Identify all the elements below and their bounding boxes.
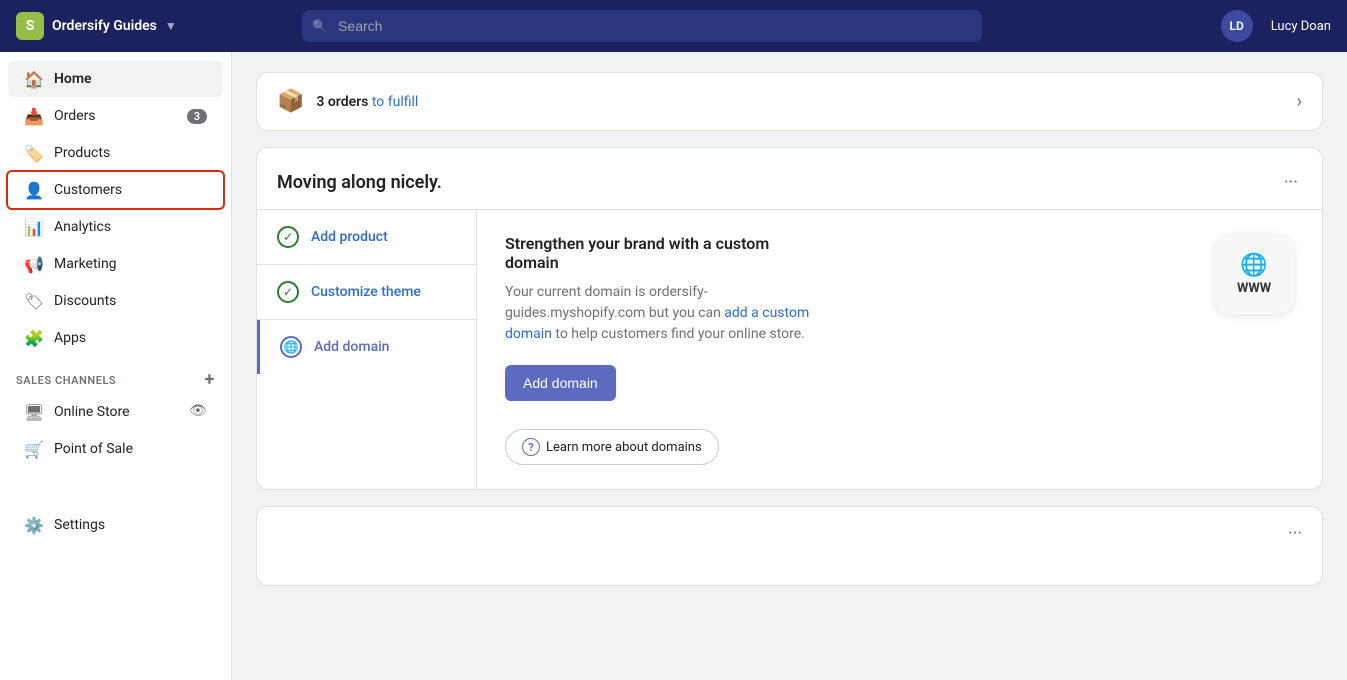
- globe-icon: 🌐: [1240, 253, 1267, 278]
- orders-fulfill-link[interactable]: to fulfill: [372, 94, 418, 110]
- products-icon: 🏷️: [24, 143, 44, 163]
- add-domain-button[interactable]: Add domain: [505, 365, 616, 401]
- main-content: 📦 3 orders to fulfill › Moving along nic…: [232, 52, 1347, 680]
- sidebar-item-label: Home: [54, 71, 207, 87]
- step-check-icon: ✓: [277, 226, 299, 248]
- search-input[interactable]: [302, 10, 982, 42]
- sidebar-item-label: Apps: [54, 330, 207, 346]
- step-check-icon: ✓: [277, 281, 299, 303]
- sidebar-item-label: Customers: [54, 182, 207, 198]
- discounts-icon: 🏷: [24, 291, 44, 311]
- app-layout: 🏠 Home 📥 Orders 3 🏷️ Products 👤 Customer…: [0, 52, 1347, 680]
- analytics-icon: 📊: [24, 217, 44, 237]
- domain-panel-title: Strengthen your brand with a custom doma…: [505, 234, 825, 272]
- moving-card-menu-button[interactable]: ···: [1280, 168, 1302, 197]
- customers-icon: 👤: [24, 180, 44, 200]
- sidebar-item-label: Point of Sale: [54, 441, 207, 457]
- domain-panel: Strengthen your brand with a custom doma…: [477, 210, 1322, 489]
- sales-channels-label: SALES CHANNELS: [16, 374, 116, 387]
- www-domain-icon: 🌐 WWW: [1214, 234, 1294, 314]
- sidebar-item-analytics[interactable]: 📊 Analytics: [8, 209, 223, 245]
- online-store-icon: 🖥: [24, 402, 44, 422]
- bottom-card: ···: [256, 506, 1323, 586]
- sidebar-item-marketing[interactable]: 📢 Marketing: [8, 246, 223, 282]
- brand-name: Ordersify Guides: [52, 18, 157, 34]
- step-customize-theme[interactable]: ✓ Customize theme: [257, 265, 476, 320]
- sidebar-item-label: Discounts: [54, 293, 207, 309]
- settings-label: Settings: [54, 517, 207, 533]
- shopify-logo-icon: S: [16, 12, 44, 40]
- sidebar-item-label: Online Store: [54, 404, 179, 420]
- sidebar-item-label: Orders: [54, 108, 177, 124]
- pos-icon: 🛒: [24, 439, 44, 459]
- sidebar-item-settings[interactable]: ⚙️ Settings: [8, 507, 223, 543]
- moving-card-title: Moving along nicely.: [277, 172, 442, 193]
- bottom-card-menu-button[interactable]: ···: [1288, 523, 1302, 544]
- step-label: Customize theme: [311, 284, 421, 300]
- online-store-eye-icon[interactable]: 👁: [189, 403, 207, 421]
- sidebar-item-products[interactable]: 🏷️ Products: [8, 135, 223, 171]
- sidebar: 🏠 Home 📥 Orders 3 🏷️ Products 👤 Customer…: [0, 52, 232, 680]
- sidebar-item-customers[interactable]: 👤 Customers: [8, 172, 223, 208]
- moving-card-body: ✓ Add product ✓ Customize theme 🌐 Add do…: [257, 209, 1322, 489]
- sidebar-item-label: Products: [54, 145, 207, 161]
- moving-along-card: Moving along nicely. ··· ✓ Add product ✓…: [256, 147, 1323, 490]
- sidebar-item-orders[interactable]: 📥 Orders 3: [8, 98, 223, 134]
- step-globe-icon: 🌐: [280, 336, 302, 358]
- domain-panel-description: Your current domain is ordersify-guides.…: [505, 282, 845, 345]
- help-circle-icon: ?: [522, 438, 540, 456]
- top-navigation: S Ordersify Guides ▼ LD Lucy Doan: [0, 0, 1347, 52]
- marketing-icon: 📢: [24, 254, 44, 274]
- orders-fulfill-card[interactable]: 📦 3 orders to fulfill ›: [256, 72, 1323, 131]
- settings-icon: ⚙️: [24, 515, 44, 535]
- search-area: [302, 10, 982, 42]
- sidebar-item-label: Analytics: [54, 219, 207, 235]
- sidebar-item-apps[interactable]: 🧩 Apps: [8, 320, 223, 356]
- step-add-product[interactable]: ✓ Add product: [257, 210, 476, 265]
- step-label: Add domain: [314, 339, 389, 355]
- orders-icon: 📥: [24, 106, 44, 126]
- brand-dropdown-icon: ▼: [165, 19, 177, 33]
- username-label: Lucy Doan: [1271, 19, 1331, 34]
- sidebar-item-point-of-sale[interactable]: 🛒 Point of Sale: [8, 431, 223, 467]
- orders-badge: 3: [187, 109, 207, 124]
- orders-chevron-icon: ›: [1297, 91, 1302, 112]
- add-sales-channel-icon[interactable]: +: [205, 371, 215, 389]
- orders-fulfill-text: 3 orders to fulfill: [316, 94, 1284, 110]
- home-icon: 🏠: [24, 69, 44, 89]
- sidebar-item-home[interactable]: 🏠 Home: [8, 61, 223, 97]
- sidebar-item-discounts[interactable]: 🏷 Discounts: [8, 283, 223, 319]
- learn-more-label: Learn more about domains: [546, 440, 702, 455]
- orders-count: 3 orders: [316, 94, 368, 110]
- avatar[interactable]: LD: [1221, 10, 1253, 42]
- step-add-domain[interactable]: 🌐 Add domain: [257, 320, 476, 374]
- steps-column: ✓ Add product ✓ Customize theme 🌐 Add do…: [257, 210, 477, 489]
- learn-more-domains-link[interactable]: ? Learn more about domains: [505, 429, 719, 465]
- moving-card-header: Moving along nicely. ···: [257, 148, 1322, 209]
- sidebar-item-online-store[interactable]: 🖥 Online Store 👁: [8, 394, 223, 430]
- sales-channels-section-header: SALES CHANNELS +: [0, 357, 231, 393]
- apps-icon: 🧩: [24, 328, 44, 348]
- orders-fulfill-icon: 📦: [277, 89, 304, 114]
- sidebar-item-label: Marketing: [54, 256, 207, 272]
- brand-button[interactable]: S Ordersify Guides ▼: [16, 12, 177, 40]
- step-label: Add product: [311, 229, 388, 245]
